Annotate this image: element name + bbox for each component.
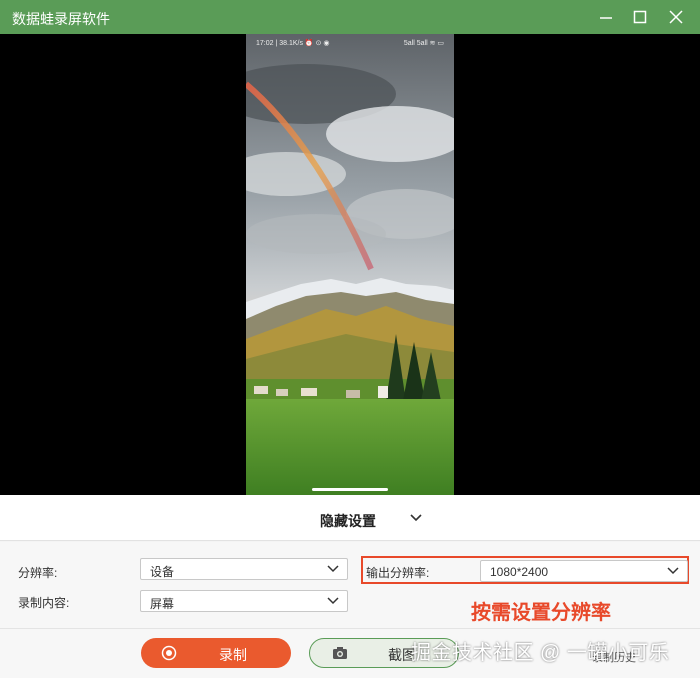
watermark-text: 掘金技术社区 @ 一罐小可乐 [411,642,670,664]
output-resolution-label: 输出分辨率: [366,566,430,580]
chevron-down-icon [327,565,339,573]
chevron-down-icon [667,567,679,575]
record-label: 录制 [219,647,247,663]
preview-area: 17:02 | 38.1K/s ⏰ ⊙ ◉ 5all 5all ≋ ▭ [0,34,700,495]
landscape-wallpaper-image [246,34,454,495]
resolution-select[interactable]: 设备 [140,558,348,580]
minimize-icon [600,17,612,19]
settings-options: 分辨率: 设备 录制内容: 屏幕 输出分辨率: 1080*2400 按需设置分辨… [0,542,700,628]
close-button[interactable] [656,0,696,34]
chevron-down-icon [410,514,422,522]
phone-status-bar: 17:02 | 38.1K/s ⏰ ⊙ ◉ 5all 5all ≋ ▭ [246,34,454,52]
output-resolution-highlight: 输出分辨率: 1080*2400 [361,556,689,584]
home-indicator [312,488,388,491]
app-title: 数据蛙录屏软件 [12,11,110,27]
title-bar: 数据蛙录屏软件 [0,0,700,34]
record-content-value: 屏幕 [150,597,175,611]
resolution-value: 设备 [150,565,175,579]
hide-settings-label: 隐藏设置 [320,513,376,529]
camera-icon [333,647,347,659]
resolution-label: 分辨率: [18,566,58,580]
status-time: 17:02 | 38.1K/s ⏰ ⊙ ◉ [256,40,330,47]
record-icon [161,645,177,661]
record-content-select[interactable]: 屏幕 [140,590,348,612]
output-resolution-value: 1080*2400 [490,565,549,579]
record-content-label: 录制内容: [18,596,70,610]
action-bar: 录制 截图 录制历史 掘金技术社区 @ 一罐小可乐 [0,628,700,678]
record-button[interactable]: 录制 [141,638,291,668]
maximize-button[interactable] [620,0,660,34]
annotation-text: 按需设置分辨率 [471,602,611,624]
status-signal: 5all 5all ≋ ▭ [403,40,444,47]
hide-settings-toggle[interactable]: 隐藏设置 [0,495,700,541]
output-resolution-select[interactable]: 1080*2400 [480,560,688,582]
close-icon [669,10,683,24]
phone-screen-preview: 17:02 | 38.1K/s ⏰ ⊙ ◉ 5all 5all ≋ ▭ [246,34,454,495]
chevron-down-icon [327,597,339,605]
maximize-icon [633,10,647,24]
settings-panel: 隐藏设置 分辨率: 设备 录制内容: 屏幕 输出分辨率: 1080*2400 按… [0,495,700,678]
